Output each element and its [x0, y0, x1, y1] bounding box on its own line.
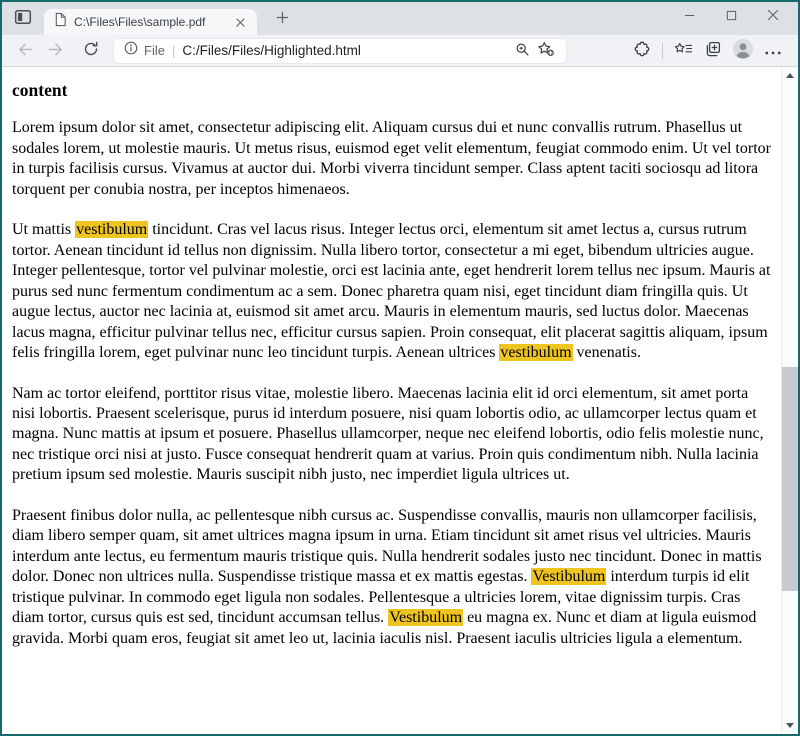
magnifier-plus-icon	[515, 42, 530, 60]
favorites-button[interactable]	[668, 38, 698, 64]
extensions-button[interactable]	[627, 38, 657, 64]
scrollbar-thumb[interactable]	[782, 367, 798, 591]
scroll-down-arrow[interactable]	[782, 717, 798, 734]
tab-actions-icon	[14, 8, 32, 29]
url-separator: |	[172, 43, 175, 58]
paragraph: Lorem ipsum dolor sit amet, consectetur …	[12, 118, 771, 200]
navigation-toolbar: File | C:/Files/Files/Highlighted.html	[2, 35, 798, 67]
more-options-icon	[765, 43, 781, 58]
add-favorite-button[interactable]	[534, 40, 558, 62]
maximize-button[interactable]	[710, 2, 752, 30]
toolbar-divider	[662, 43, 663, 59]
maximize-icon	[726, 9, 737, 24]
plus-icon	[276, 11, 289, 27]
tab-title: C:\Files\Files\sample.pdf	[74, 15, 231, 29]
refresh-icon	[83, 41, 99, 60]
minimize-button[interactable]	[668, 2, 710, 30]
paragraph: Ut mattis vestibulum tincidunt. Cras vel…	[12, 220, 771, 363]
toolbar-right-cluster	[627, 38, 788, 64]
close-icon	[236, 15, 245, 30]
info-icon	[124, 41, 138, 60]
extensions-icon	[633, 40, 651, 61]
tab-close-button[interactable]	[231, 13, 249, 31]
avatar	[732, 38, 754, 63]
collections-icon	[704, 40, 722, 61]
back-arrow-icon	[17, 42, 34, 60]
collections-button[interactable]	[698, 38, 728, 64]
star-list-icon	[674, 42, 693, 60]
paragraph: Praesent finibus dolor nulla, ac pellent…	[12, 506, 771, 649]
browser-window: C:\Files\Files\sample.pdf	[0, 0, 800, 736]
forward-arrow-icon	[47, 42, 64, 60]
close-icon	[767, 9, 779, 24]
tab-actions-menu-button[interactable]	[10, 6, 36, 32]
page-title: content	[12, 79, 771, 101]
close-window-button[interactable]	[752, 2, 794, 30]
star-add-icon	[537, 41, 555, 60]
minimize-icon	[684, 9, 695, 24]
window-controls	[668, 2, 794, 30]
document-icon	[54, 12, 67, 32]
paragraph: Nam ac tortor eleifend, porttitor risus …	[12, 384, 771, 486]
scrollbar[interactable]	[781, 67, 798, 734]
settings-menu-button[interactable]	[758, 38, 788, 64]
scroll-up-arrow[interactable]	[782, 67, 798, 84]
new-tab-button[interactable]	[269, 6, 295, 32]
forward-button[interactable]	[40, 38, 70, 64]
highlighted-term: Vestibulum	[388, 609, 463, 626]
address-bar[interactable]: File | C:/Files/Files/Highlighted.html	[114, 39, 566, 63]
back-button[interactable]	[10, 38, 40, 64]
profile-button[interactable]	[728, 38, 758, 64]
document-body: content Lorem ipsum dolor sit amet, cons…	[2, 67, 781, 734]
url-scheme-label: File	[144, 43, 165, 58]
refresh-button[interactable]	[76, 38, 106, 64]
url-text: C:/Files/Files/Highlighted.html	[182, 43, 510, 58]
page-content: content Lorem ipsum dolor sit amet, cons…	[2, 67, 798, 734]
tab-strip: C:\Files\Files\sample.pdf	[2, 2, 798, 35]
highlighted-term: vestibulum	[75, 221, 148, 238]
highlighted-term: vestibulum	[499, 344, 572, 361]
active-tab[interactable]: C:\Files\Files\sample.pdf	[44, 9, 257, 35]
highlighted-term: Vestibulum	[531, 568, 606, 585]
zoom-button[interactable]	[510, 40, 534, 62]
